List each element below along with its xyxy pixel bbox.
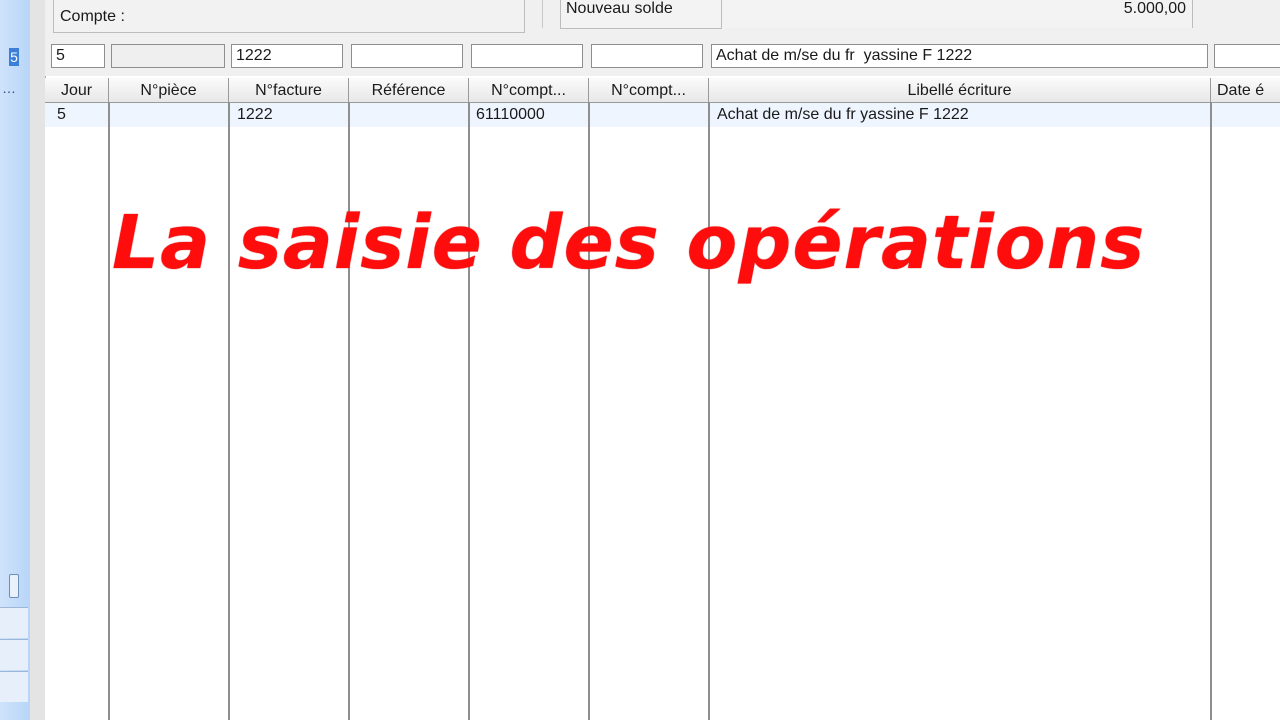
column-divider bbox=[588, 102, 590, 720]
cell-libelle: Achat de m/se du fr yassine F 1222 bbox=[717, 106, 969, 123]
jour-input[interactable] bbox=[51, 44, 105, 68]
col-header-jour[interactable]: Jour bbox=[45, 78, 109, 102]
nouveau-solde-value: 5.000,00 bbox=[1123, 0, 1186, 17]
nouveau-solde-value-box: 5.000,00 bbox=[722, 0, 1193, 28]
date-input[interactable] bbox=[1214, 44, 1280, 68]
more-dots-icon[interactable]: … bbox=[2, 80, 17, 96]
panel-splitter[interactable] bbox=[30, 0, 46, 720]
jour-selection-highlight: 5 bbox=[9, 48, 19, 66]
cell-compte1: 61110000 bbox=[476, 106, 545, 123]
col-header-facture[interactable]: N°facture bbox=[229, 78, 349, 102]
account-header: Compte : Nouveau solde 5.000,00 bbox=[45, 0, 1280, 40]
compte1-input[interactable] bbox=[471, 44, 583, 68]
column-divider bbox=[348, 102, 350, 720]
entry-row bbox=[45, 40, 1280, 76]
col-header-piece[interactable]: N°pièce bbox=[109, 78, 229, 102]
col-header-reference[interactable]: Référence bbox=[349, 78, 469, 102]
column-divider bbox=[228, 102, 230, 720]
col-header-compte2[interactable]: N°compt... bbox=[589, 78, 709, 102]
entries-grid: Jour N°pièce N°facture Référence N°compt… bbox=[45, 78, 1280, 720]
column-divider bbox=[468, 102, 470, 720]
col-header-date[interactable]: Date é bbox=[1211, 78, 1280, 102]
side-tab[interactable] bbox=[0, 639, 28, 670]
overlay-title: La saisie des opérations bbox=[112, 200, 1146, 286]
column-divider bbox=[108, 102, 110, 720]
column-divider bbox=[708, 102, 710, 720]
col-header-libelle[interactable]: Libellé écriture bbox=[709, 78, 1211, 102]
table-row[interactable] bbox=[45, 103, 1280, 127]
header-divider bbox=[542, 0, 543, 28]
splitter-handle[interactable] bbox=[9, 574, 19, 598]
side-panel: … bbox=[0, 0, 30, 720]
facture-input[interactable] bbox=[231, 44, 343, 68]
side-tab[interactable] bbox=[0, 671, 28, 702]
compte-field[interactable]: Compte : bbox=[53, 0, 525, 33]
compte2-input[interactable] bbox=[591, 44, 703, 68]
nouveau-solde-label: Nouveau solde bbox=[566, 0, 673, 17]
col-header-compte1[interactable]: N°compt... bbox=[469, 78, 589, 102]
cell-facture: 1222 bbox=[237, 106, 273, 123]
grid-header: Jour N°pièce N°facture Référence N°compt… bbox=[45, 78, 1280, 103]
compte-label: Compte : bbox=[60, 8, 125, 25]
side-tab[interactable] bbox=[0, 607, 28, 638]
reference-input[interactable] bbox=[351, 44, 463, 68]
column-divider bbox=[1210, 102, 1212, 720]
libelle-input[interactable] bbox=[711, 44, 1208, 68]
piece-input[interactable] bbox=[111, 44, 225, 68]
nouveau-solde-label-box: Nouveau solde bbox=[560, 0, 722, 29]
cell-jour: 5 bbox=[57, 106, 66, 123]
